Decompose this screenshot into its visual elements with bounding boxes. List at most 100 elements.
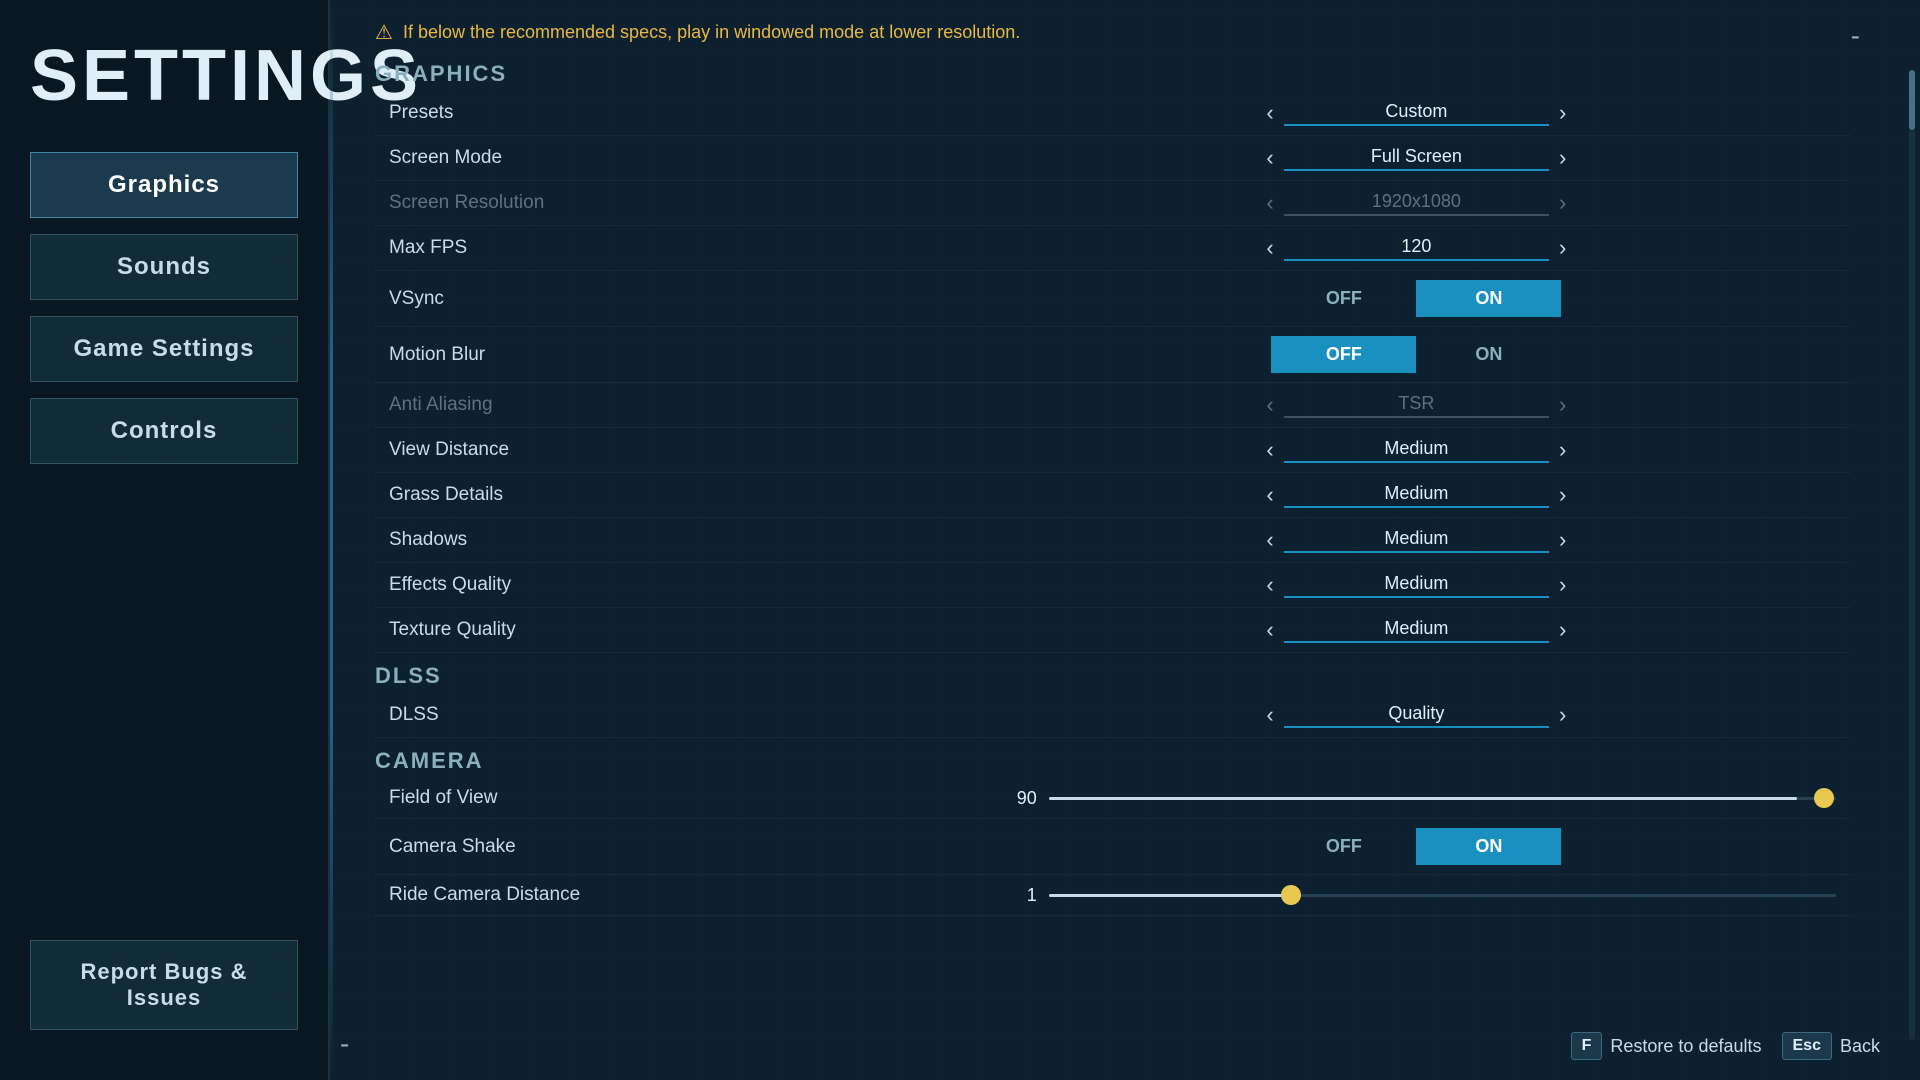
setting-control-screen-mode: ‹ Full Screen › [997, 145, 1836, 171]
texture-quality-arrow-left[interactable]: ‹ [1256, 617, 1283, 643]
setting-control-presets: ‹ Custom › [997, 100, 1836, 126]
table-row: VSync OFF ON [375, 271, 1850, 327]
setting-label-anti-aliasing: Anti Aliasing [389, 394, 997, 416]
max-fps-arrow-right[interactable]: › [1549, 235, 1576, 261]
ride-distance-slider-container: 1 [997, 885, 1836, 906]
presets-value: Custom [1284, 101, 1549, 126]
back-key-badge[interactable]: Esc [1782, 1032, 1832, 1060]
setting-label-ride-distance: Ride Camera Distance [389, 884, 997, 906]
setting-control-ride-distance: 1 [997, 885, 1836, 906]
grass-details-value: Medium [1284, 483, 1549, 508]
setting-label-grass-details: Grass Details [389, 484, 997, 506]
dlss-arrow-left[interactable]: ‹ [1256, 702, 1283, 728]
warning-text: If below the recommended specs, play in … [403, 22, 1020, 43]
ride-distance-slider-thumb[interactable] [1281, 885, 1301, 905]
grass-details-arrow-right[interactable]: › [1549, 482, 1576, 508]
texture-quality-value: Medium [1284, 618, 1549, 643]
camera-shake-toggle: OFF ON [1271, 828, 1561, 865]
scrollbar-thumb[interactable] [1909, 70, 1915, 130]
back-hint: Esc Back [1782, 1032, 1881, 1060]
texture-quality-arrow-control: ‹ Medium › [1256, 617, 1576, 643]
main-content: ⚠ If below the recommended specs, play i… [345, 0, 1880, 1080]
setting-label-presets: Presets [389, 102, 997, 124]
setting-control-anti-aliasing: ‹ TSR › [997, 392, 1836, 418]
view-distance-arrow-right[interactable]: › [1549, 437, 1576, 463]
dlss-value: Quality [1284, 703, 1549, 728]
screen-mode-arrow-right[interactable]: › [1549, 145, 1576, 171]
setting-label-screen-mode: Screen Mode [389, 147, 997, 169]
table-row: Anti Aliasing ‹ TSR › [375, 383, 1850, 428]
max-fps-arrow-left[interactable]: ‹ [1256, 235, 1283, 261]
table-row: Screen Mode ‹ Full Screen › [375, 136, 1850, 181]
dlss-section-heading: DLSS [375, 663, 1850, 689]
texture-quality-arrow-right[interactable]: › [1549, 617, 1576, 643]
presets-arrow-control: ‹ Custom › [1256, 100, 1576, 126]
camera-shake-on-button[interactable]: ON [1416, 828, 1561, 865]
sidebar-item-controls[interactable]: Controls [30, 398, 298, 464]
shadows-arrow-control: ‹ Medium › [1256, 527, 1576, 553]
max-fps-arrow-control: ‹ 120 › [1256, 235, 1576, 261]
presets-arrow-left[interactable]: ‹ [1256, 100, 1283, 126]
shadows-arrow-right[interactable]: › [1549, 527, 1576, 553]
sidebar-item-graphics[interactable]: Graphics [30, 152, 298, 218]
motion-blur-toggle: OFF ON [1271, 336, 1561, 373]
ride-distance-slider-track[interactable] [1049, 894, 1836, 897]
vsync-on-button[interactable]: ON [1416, 280, 1561, 317]
fov-slider-fill [1049, 797, 1797, 800]
setting-label-texture-quality: Texture Quality [389, 619, 997, 641]
setting-label-view-distance: View Distance [389, 439, 997, 461]
screen-resolution-arrow-left: ‹ [1256, 190, 1283, 216]
view-distance-value: Medium [1284, 438, 1549, 463]
graphics-section-heading: Graphics [375, 61, 1850, 87]
table-row: Presets ‹ Custom › [375, 91, 1850, 136]
motion-blur-on-button[interactable]: ON [1416, 336, 1561, 373]
scrollbar[interactable] [1909, 70, 1915, 1040]
effects-quality-arrow-left[interactable]: ‹ [1256, 572, 1283, 598]
grass-details-arrow-control: ‹ Medium › [1256, 482, 1576, 508]
effects-quality-arrow-right[interactable]: › [1549, 572, 1576, 598]
page-title: SETTINGS [30, 40, 298, 112]
shadows-arrow-left[interactable]: ‹ [1256, 527, 1283, 553]
anti-aliasing-arrow-right: › [1549, 392, 1576, 418]
presets-arrow-right[interactable]: › [1549, 100, 1576, 126]
fov-slider-container: 90 [997, 788, 1836, 809]
setting-control-fov: 90 [997, 788, 1836, 809]
camera-shake-off-button[interactable]: OFF [1271, 828, 1416, 865]
setting-control-view-distance: ‹ Medium › [997, 437, 1836, 463]
settings-scroll-area[interactable]: Graphics Presets ‹ Custom › Screen Mode … [375, 61, 1850, 1011]
view-distance-arrow-left[interactable]: ‹ [1256, 437, 1283, 463]
max-fps-value: 120 [1284, 236, 1549, 261]
setting-control-screen-resolution: ‹ 1920x1080 › [997, 190, 1836, 216]
table-row: Camera Shake OFF ON [375, 819, 1850, 875]
setting-control-dlss: ‹ Quality › [997, 702, 1836, 728]
setting-label-max-fps: Max FPS [389, 237, 997, 259]
setting-label-vsync: VSync [389, 288, 997, 310]
screen-mode-arrow-control: ‹ Full Screen › [1256, 145, 1576, 171]
anti-aliasing-arrow-left: ‹ [1256, 392, 1283, 418]
screen-resolution-value: 1920x1080 [1284, 191, 1549, 216]
grass-details-arrow-left[interactable]: ‹ [1256, 482, 1283, 508]
anti-aliasing-value: TSR [1284, 393, 1549, 418]
view-distance-arrow-control: ‹ Medium › [1256, 437, 1576, 463]
vsync-off-button[interactable]: OFF [1271, 280, 1416, 317]
back-label: Back [1840, 1036, 1880, 1057]
dlss-arrow-right[interactable]: › [1549, 702, 1576, 728]
fov-value: 90 [997, 788, 1037, 809]
setting-control-texture-quality: ‹ Medium › [997, 617, 1836, 643]
vsync-toggle: OFF ON [1271, 280, 1561, 317]
ride-distance-slider-fill [1049, 894, 1301, 897]
sidebar-item-game-settings[interactable]: Game Settings [30, 316, 298, 382]
motion-blur-off-button[interactable]: OFF [1271, 336, 1416, 373]
restore-key-badge[interactable]: F [1571, 1032, 1603, 1060]
screen-mode-arrow-left[interactable]: ‹ [1256, 145, 1283, 171]
fov-slider-track[interactable] [1049, 797, 1836, 800]
nav-menu: Graphics Sounds Game Settings Controls [30, 152, 298, 464]
fov-slider-thumb[interactable] [1814, 788, 1834, 808]
sidebar-item-sounds[interactable]: Sounds [30, 234, 298, 300]
bottom-bar: F Restore to defaults Esc Back [1571, 1032, 1880, 1060]
table-row: Max FPS ‹ 120 › [375, 226, 1850, 271]
report-bugs-button[interactable]: Report Bugs & Issues [30, 940, 298, 1030]
warning-bar: ⚠ If below the recommended specs, play i… [375, 20, 1850, 45]
setting-control-effects-quality: ‹ Medium › [997, 572, 1836, 598]
table-row: Texture Quality ‹ Medium › [375, 608, 1850, 653]
